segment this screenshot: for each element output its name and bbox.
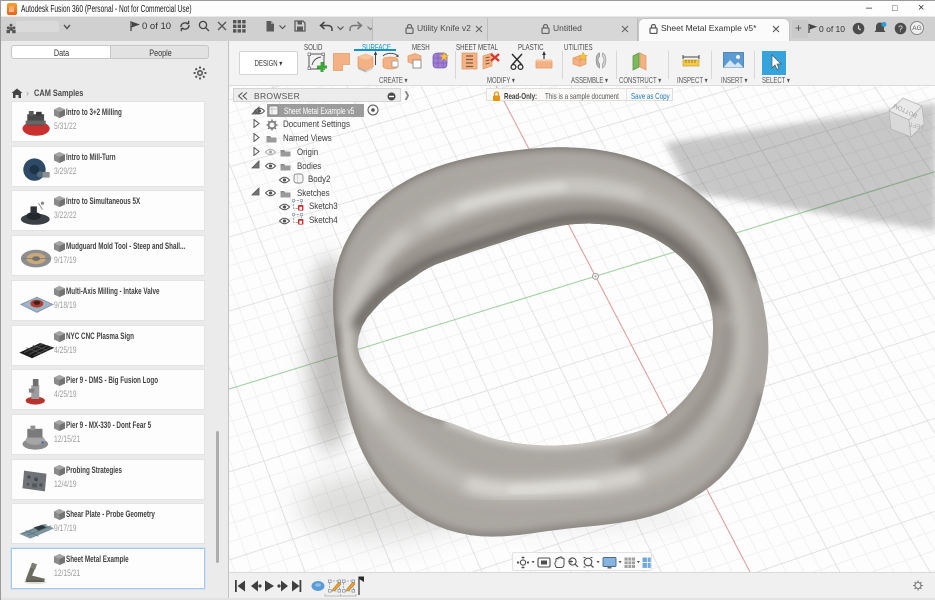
svg-text:?: ? [898,23,903,33]
